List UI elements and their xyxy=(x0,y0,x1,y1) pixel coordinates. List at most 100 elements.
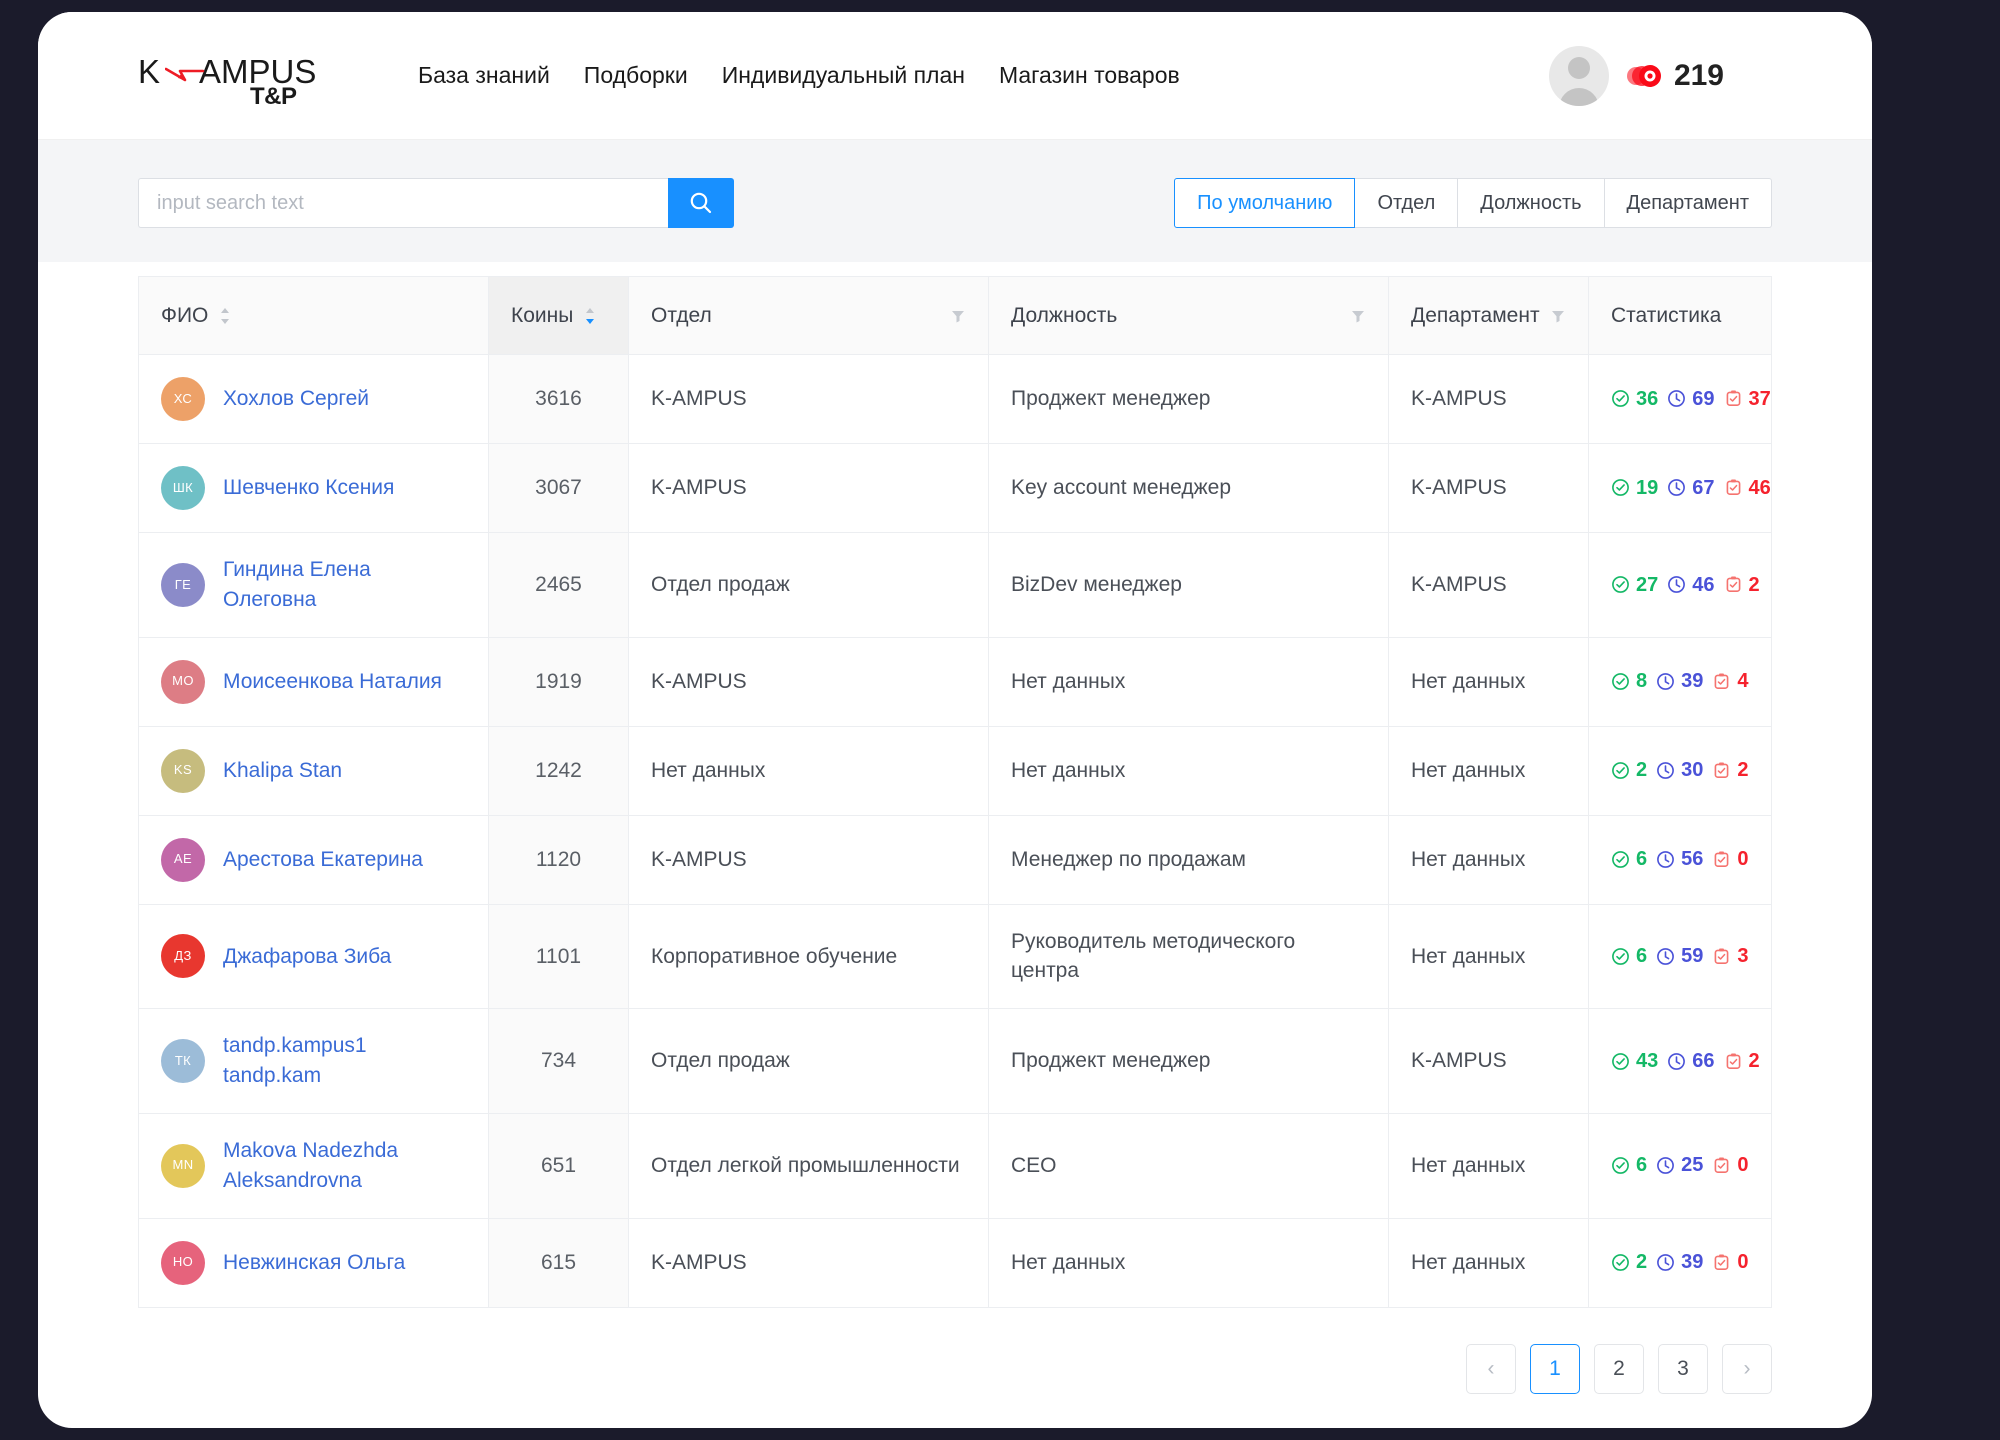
coin-count-label: 219 xyxy=(1673,58,1724,92)
stat-tasks: 0 xyxy=(1712,1151,1749,1179)
cell-otdel: Нет данных xyxy=(628,726,989,816)
filter-funnel-icon[interactable] xyxy=(1550,308,1566,324)
nav-item-podborki[interactable]: Подборки xyxy=(584,62,688,89)
cell-koiny: 1242 xyxy=(488,726,629,816)
search-button[interactable] xyxy=(668,178,734,228)
stat-completed: 43 xyxy=(1611,1047,1658,1075)
cell-dolzhnost: Менеджер по продажам xyxy=(988,815,1389,905)
clock-icon xyxy=(1657,1254,1675,1271)
employee-name-link[interactable]: Makova Nadezhda Aleksandrovna xyxy=(223,1136,466,1196)
cell-statistika: 2 39 0 xyxy=(1588,1218,1772,1308)
kampus-logo[interactable]: K AMPUS T&P xyxy=(138,41,338,111)
cell-statistika: 6 56 0 xyxy=(1588,815,1772,905)
employee-name-link[interactable]: Гиндина Елена Олеговна xyxy=(223,555,466,615)
cell-statistika: 6 25 0 xyxy=(1588,1113,1772,1219)
employee-name-link[interactable]: Джафарова Зиба xyxy=(223,942,391,972)
check-circle-icon xyxy=(1612,948,1629,965)
filter-funnel-icon[interactable] xyxy=(950,308,966,324)
stat-tasks-value: 46 xyxy=(1748,476,1771,499)
column-header-departament[interactable]: Департамент xyxy=(1388,276,1589,355)
nav-item-baza-znaniy[interactable]: База знаний xyxy=(418,62,550,89)
cell-dolzhnost: CEO xyxy=(988,1113,1389,1219)
cell-dolzhnost: BizDev менеджер xyxy=(988,532,1389,638)
stat-completed: 6 xyxy=(1611,942,1647,970)
avatar: ХС xyxy=(161,377,205,421)
header-user-area: 219 xyxy=(1548,45,1724,106)
filter-otdel[interactable]: Отдел xyxy=(1355,178,1459,228)
column-header-dolzhnost[interactable]: Должность xyxy=(988,276,1389,355)
stat-completed-value: 36 xyxy=(1636,387,1659,410)
employee-name-link[interactable]: Khalipa Stan xyxy=(223,756,342,786)
stat-time: 59 xyxy=(1656,942,1703,970)
check-circle-icon xyxy=(1612,576,1629,594)
app-window: K AMPUS T&P База знаний Подборки Индивид… xyxy=(38,12,1872,1428)
column-label-fio: ФИО xyxy=(161,303,209,327)
clipboard-task-icon xyxy=(1726,576,1740,593)
employee-name-link[interactable]: Шевченко Ксения xyxy=(223,473,394,503)
sort-arrows-icon[interactable] xyxy=(218,305,232,327)
table-row: ГЕ Гиндина Елена Олеговна 2465 Отдел продаж… xyxy=(138,532,1772,638)
search-group xyxy=(138,178,734,228)
clock-icon xyxy=(1657,673,1675,691)
cell-dolzhnost: Проджект менеджер xyxy=(988,354,1389,444)
pagination-page-2[interactable]: 2 xyxy=(1594,1343,1644,1394)
table-row: ШК Шевченко Ксения 3067 K-AMPUS Key account … xyxy=(138,443,1772,533)
stat-tasks-value: 0 xyxy=(1737,848,1749,871)
cell-otdel: K-AMPUS xyxy=(628,815,989,905)
cell-koiny: 615 xyxy=(488,1218,629,1308)
coin-balance[interactable]: 219 xyxy=(1625,59,1724,93)
employee-name-link[interactable]: Арестова Екатерина xyxy=(223,845,423,875)
filter-po-umolchaniyu[interactable]: По умолчанию xyxy=(1174,178,1356,228)
stat-completed-value: 19 xyxy=(1636,476,1659,499)
cell-dolzhnost: Нет данных xyxy=(988,637,1389,727)
clipboard-task-icon xyxy=(1714,762,1729,779)
nav-item-individualnyy-plan[interactable]: Индивидуальный план xyxy=(722,62,965,89)
check-circle-icon xyxy=(1612,1254,1629,1271)
user-avatar[interactable] xyxy=(1548,45,1609,106)
table-card: ФИО Коины Отдел Должность Департамент Ст… xyxy=(138,262,1772,1308)
cell-otdel: Корпоративное обучение xyxy=(628,904,989,1010)
stat-time: 66 xyxy=(1667,1047,1715,1075)
employee-name-link[interactable]: Невжинская Ольга xyxy=(223,1248,405,1278)
employee-name-link[interactable]: tandp.kampus1 tandp.kam xyxy=(223,1031,466,1091)
stat-time-value: 59 xyxy=(1681,945,1704,968)
sort-arrows-icon[interactable] xyxy=(583,305,597,327)
search-input[interactable] xyxy=(138,178,668,228)
stat-time-value: 67 xyxy=(1692,476,1715,499)
check-circle-icon xyxy=(1612,1157,1629,1175)
cell-departament: K-AMPUS xyxy=(1388,443,1589,533)
cell-otdel: Отдел продаж xyxy=(628,532,989,638)
filter-dolzhnost[interactable]: Должность xyxy=(1458,178,1605,228)
clock-icon xyxy=(1668,576,1686,594)
logo-arrow-icon xyxy=(165,67,205,81)
employee-name-link[interactable]: Хохлов Сергей xyxy=(223,384,369,414)
filter-departament[interactable]: Департамент xyxy=(1604,178,1772,228)
cell-fio: МО Моисеенкова Наталия xyxy=(138,637,489,727)
cell-departament: Нет данных xyxy=(1388,637,1589,727)
stat-time: 69 xyxy=(1667,385,1715,413)
nav-item-magazin-tovarov[interactable]: Магазин товаров xyxy=(999,62,1180,89)
pagination-page-3[interactable]: 3 xyxy=(1658,1343,1708,1394)
column-header-koiny[interactable]: Коины xyxy=(488,276,629,355)
cell-departament: K-AMPUS xyxy=(1388,532,1589,638)
stat-completed-value: 2 xyxy=(1636,759,1648,782)
column-header-otdel[interactable]: Отдел xyxy=(628,276,989,355)
pagination: ‹ 1 2 3 › xyxy=(38,1308,1872,1394)
avatar: АЕ xyxy=(161,837,205,882)
avatar-head-shape xyxy=(1567,56,1590,79)
employees-table: ФИО Коины Отдел Должность Департамент Ст… xyxy=(138,276,1772,1308)
logo-letter-k: K xyxy=(138,52,161,90)
pagination-page-1[interactable]: 1 xyxy=(1530,1343,1580,1394)
filter-funnel-icon[interactable] xyxy=(1350,308,1366,324)
employee-name-link[interactable]: Моисеенкова Наталия xyxy=(223,667,442,697)
cell-departament: Нет данных xyxy=(1388,815,1589,905)
column-header-fio[interactable]: ФИО xyxy=(138,276,489,355)
cell-statistika: 19 67 46 xyxy=(1588,443,1772,533)
cell-statistika: 6 59 3 xyxy=(1588,904,1772,1010)
table-row: НО Невжинская Ольга 615 K-AMPUS Нет данных Не… xyxy=(138,1218,1772,1308)
stat-time: 56 xyxy=(1656,845,1703,873)
pagination-prev[interactable]: ‹ xyxy=(1466,1343,1516,1394)
table-body: ХС Хохлов Сергей 3616 K-AMPUS Проджект менед… xyxy=(138,354,1772,1308)
cell-statistika: 36 69 37 xyxy=(1588,354,1772,444)
pagination-next[interactable]: › xyxy=(1722,1343,1772,1394)
